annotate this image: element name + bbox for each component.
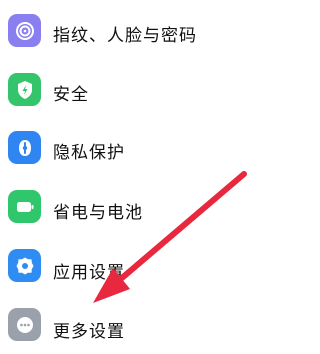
- settings-item-more-settings[interactable]: 更多设置: [0, 296, 251, 354]
- fingerprint-icon: [8, 14, 41, 47]
- settings-item-label: 隐私保护: [53, 143, 125, 163]
- more-icon: [8, 308, 41, 341]
- settings-item-privacy[interactable]: 隐私保护: [0, 119, 251, 177]
- shield-icon: [8, 73, 41, 106]
- battery-icon: [8, 190, 41, 223]
- settings-item-security[interactable]: 安全: [0, 60, 251, 118]
- settings-item-label: 安全: [53, 85, 89, 105]
- gear-icon: [8, 249, 41, 282]
- settings-list: 指纹、人脸与密码 安全 隐私保护 省电与电池 应用设置 更多设置: [0, 0, 251, 348]
- settings-item-fingerprint-face-password[interactable]: 指纹、人脸与密码: [0, 2, 251, 60]
- settings-item-label: 更多设置: [53, 322, 125, 342]
- settings-item-battery[interactable]: 省电与电池: [0, 178, 251, 236]
- settings-item-label: 指纹、人脸与密码: [53, 26, 197, 46]
- settings-item-label: 省电与电池: [53, 203, 143, 223]
- privacy-icon: [8, 131, 41, 164]
- settings-item-label: 应用设置: [53, 263, 125, 283]
- settings-item-app-settings[interactable]: 应用设置: [0, 237, 251, 295]
